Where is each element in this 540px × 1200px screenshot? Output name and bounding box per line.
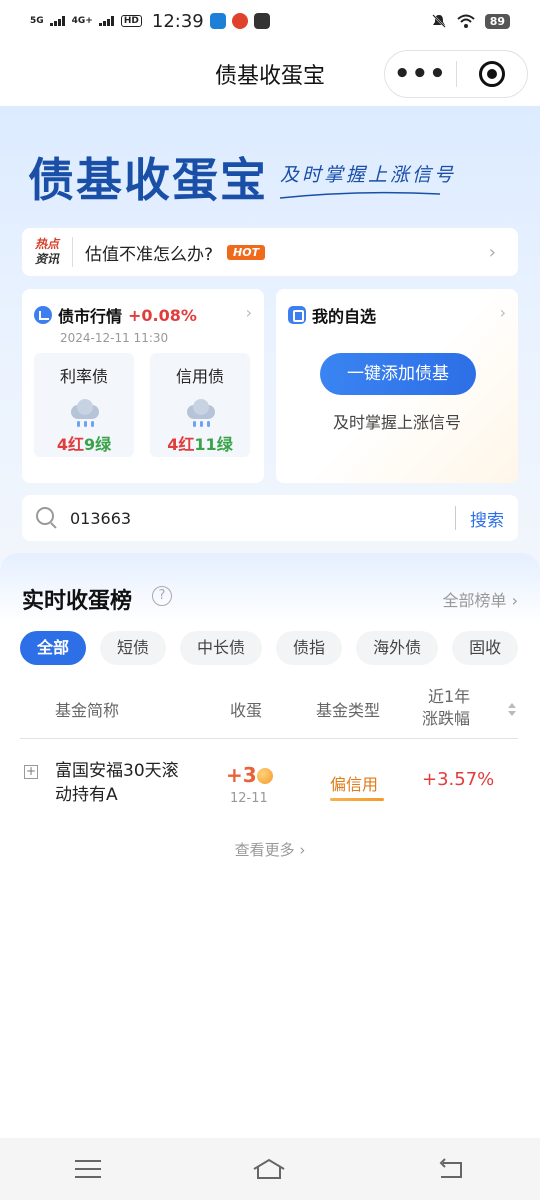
bond-market-change: +0.08%	[128, 305, 197, 325]
help-icon[interactable]: ?	[152, 586, 172, 606]
chevron-right-icon: ›	[245, 303, 252, 322]
egg-date: 12-11	[230, 791, 268, 806]
hero-banner: 债基收蛋宝 及时掌握上涨信号 热点 资讯 估值不准怎么办? HOT › 债市行情…	[0, 106, 540, 566]
news-divider	[72, 237, 73, 267]
column-return-line2[interactable]: 涨跌幅	[422, 705, 470, 729]
bond-market-card[interactable]: 债市行情 +0.08% › 2024-12-11 11:30 利率债 4红9绿 …	[22, 289, 264, 483]
app-notification-icon	[231, 13, 248, 29]
tab-overseas-bond[interactable]: 海外债	[356, 631, 439, 665]
tab-short-bond[interactable]: 短债	[100, 631, 167, 665]
clock: 12:39	[151, 10, 204, 32]
credit-bond-counts: 4红11绿	[167, 435, 233, 454]
fund-name: 富国安福30天滚动持有A	[55, 761, 179, 805]
hd-badge: HD	[120, 15, 142, 27]
rate-bond-counts: 4红9绿	[56, 435, 112, 454]
hot-news-bar[interactable]: 热点 资讯 估值不准怎么办? HOT ›	[22, 228, 518, 276]
tab-bond-index[interactable]: 债指	[276, 631, 343, 665]
fund-return: +3.57%	[422, 769, 495, 790]
hot-badge: HOT	[227, 244, 266, 260]
more-options-icon[interactable]: •••	[385, 61, 456, 87]
sort-icon[interactable]	[508, 703, 516, 717]
network-4g-label: 4G+	[71, 15, 93, 26]
chart-icon	[34, 306, 52, 324]
hot-news-tag: 热点 资讯	[34, 237, 59, 266]
app-notification-icon	[209, 13, 226, 29]
search-bar: 搜索	[22, 495, 518, 541]
tab-fixed-income[interactable]: 固收	[452, 631, 519, 665]
table-header: 基金简称 收蛋 基金类型 近1年 涨跌幅	[20, 681, 518, 739]
credit-bond-box[interactable]: 信用债 4红11绿	[150, 353, 250, 457]
market-datetime: 2024-12-11 11:30	[60, 331, 169, 345]
watchlist-title: 我的自选	[312, 307, 377, 326]
rate-bond-label: 利率债	[59, 367, 108, 386]
ranking-panel: 实时收蛋榜 ? 全部榜单 › 全部 短债 中长债 债指 海外债 固收 基金简称 收蛋 基金…	[0, 553, 540, 1138]
fund-type: 偏信用	[330, 775, 379, 794]
system-nav-bar	[0, 1138, 540, 1200]
rain-cloud-icon	[67, 399, 101, 427]
menu-icon[interactable]	[75, 1160, 102, 1178]
bookmark-icon	[288, 306, 306, 324]
add-bond-funds-button[interactable]: 一键添加债基	[320, 353, 476, 395]
rate-bond-box[interactable]: 利率债 4红9绿	[34, 353, 134, 457]
column-egg: 收蛋	[230, 701, 263, 720]
bond-market-header: 债市行情 +0.08%	[34, 303, 197, 327]
close-miniprogram-button[interactable]	[457, 61, 528, 87]
watchlist-card[interactable]: 我的自选 › 一键添加债基 及时掌握上涨信号	[276, 289, 518, 483]
battery-indicator: 89	[484, 13, 510, 29]
chevron-right-icon: ›	[499, 303, 506, 322]
table-row[interactable]: + 富国安福30天滚动持有A +3 12-11 偏信用 +3.57%	[20, 753, 518, 821]
watchlist-header: 我的自选	[288, 303, 376, 327]
network-5g-label: 5G	[30, 15, 44, 26]
play-notification-icon	[253, 13, 270, 29]
all-rankings-link[interactable]: 全部榜单 ›	[443, 587, 519, 611]
ranking-title: 实时收蛋榜	[22, 589, 133, 614]
hero-logo: 债基收蛋宝	[28, 153, 268, 207]
category-tabs: 全部 短债 中长债 债指 海外债 固收	[20, 631, 540, 665]
tab-mid-long-bond[interactable]: 中长债	[180, 631, 263, 665]
bond-market-title: 债市行情	[58, 307, 123, 326]
egg-icon	[256, 768, 273, 784]
home-icon[interactable]	[252, 1157, 286, 1181]
swoosh-decoration	[280, 191, 440, 199]
mute-bell-icon	[431, 14, 446, 28]
view-more-link[interactable]: 查看更多 ›	[0, 839, 540, 860]
column-fund-name: 基金简称	[55, 701, 120, 720]
news-headline: 估值不准怎么办?	[85, 244, 214, 265]
search-icon	[36, 507, 58, 529]
chevron-right-icon: ›	[488, 241, 496, 263]
credit-bond-label: 信用债	[175, 367, 224, 386]
add-to-watchlist-icon[interactable]: +	[24, 765, 38, 779]
watchlist-subtitle: 及时掌握上涨信号	[332, 413, 461, 432]
egg-count: +3	[226, 763, 273, 787]
signal-icon	[98, 16, 115, 26]
tab-all[interactable]: 全部	[20, 631, 87, 665]
search-input[interactable]	[70, 508, 410, 528]
rain-cloud-icon	[183, 399, 217, 427]
signal-icon	[49, 16, 66, 26]
search-button[interactable]: 搜索	[456, 506, 518, 531]
hero-slogan: 及时掌握上涨信号	[280, 164, 457, 186]
title-bar: 债基收蛋宝 •••	[0, 42, 540, 106]
status-bar: 5G 4G+ HD 12:39 89	[0, 0, 540, 42]
column-return-line1[interactable]: 近1年	[428, 683, 470, 707]
wifi-icon	[457, 14, 475, 28]
fund-type-underline	[330, 798, 384, 801]
target-icon	[478, 61, 505, 87]
column-fund-type: 基金类型	[316, 701, 381, 720]
miniprogram-capsule: •••	[384, 50, 528, 98]
back-icon[interactable]	[437, 1158, 465, 1180]
